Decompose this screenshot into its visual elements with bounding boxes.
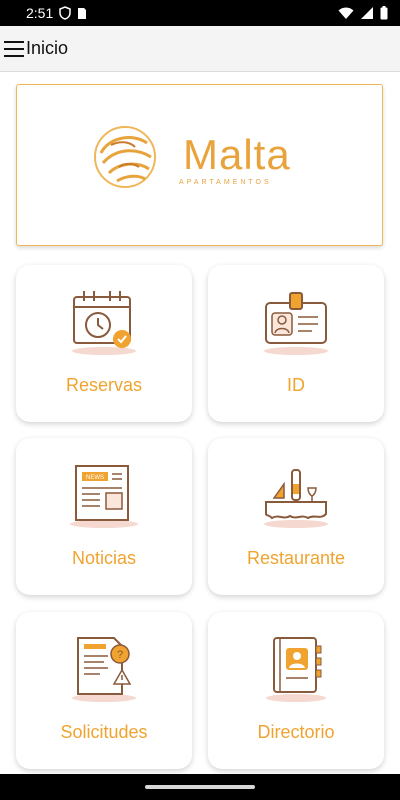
id-card-icon — [264, 292, 328, 355]
directory-book-icon — [266, 637, 326, 702]
brand-subtitle: APARTAMENTOS — [179, 179, 272, 186]
app-bar: Inicio — [0, 26, 400, 72]
signal-icon — [361, 7, 373, 19]
wifi-icon — [338, 7, 354, 19]
sim-card-icon — [78, 7, 87, 19]
logo: Malta APARTAMENTOS — [89, 123, 291, 193]
card-label: Solicitudes — [60, 722, 148, 742]
page-title: Inicio — [26, 38, 69, 58]
svg-text:?: ? — [117, 649, 123, 661]
noticias-card[interactable]: NEWS Noticias — [16, 438, 192, 595]
svg-text:NEWS: NEWS — [86, 475, 104, 481]
newspaper-icon: NEWS — [70, 465, 138, 528]
card-label: Directorio — [257, 722, 335, 742]
directorio-card[interactable]: Directorio — [208, 612, 384, 769]
home-gesture-handle[interactable] — [145, 785, 255, 789]
clock: 2:51 — [26, 5, 54, 21]
navigation-bar — [0, 774, 400, 800]
battery-icon — [380, 6, 388, 20]
card-label: ID — [287, 375, 305, 395]
restaurant-table-icon — [264, 469, 328, 528]
card-label: Noticias — [71, 548, 137, 568]
brand-name: Malta — [183, 131, 291, 178]
solicitudes-card[interactable]: ? Solicitudes — [16, 612, 192, 769]
request-document-icon: ? — [72, 637, 136, 702]
shield-icon — [59, 6, 71, 20]
menu-icon[interactable] — [4, 40, 24, 57]
restaurante-card[interactable]: Restaurante — [208, 438, 384, 595]
card-label: Restaurante — [246, 548, 346, 568]
logo-emblem-icon — [94, 126, 156, 188]
logo-banner: Malta APARTAMENTOS — [16, 84, 383, 246]
calendar-clock-icon — [72, 291, 136, 355]
card-label: Reservas — [65, 375, 143, 395]
id-card[interactable]: ID — [208, 265, 384, 422]
reservas-card[interactable]: Reservas — [16, 265, 192, 422]
status-bar: 2:51 — [0, 0, 400, 26]
